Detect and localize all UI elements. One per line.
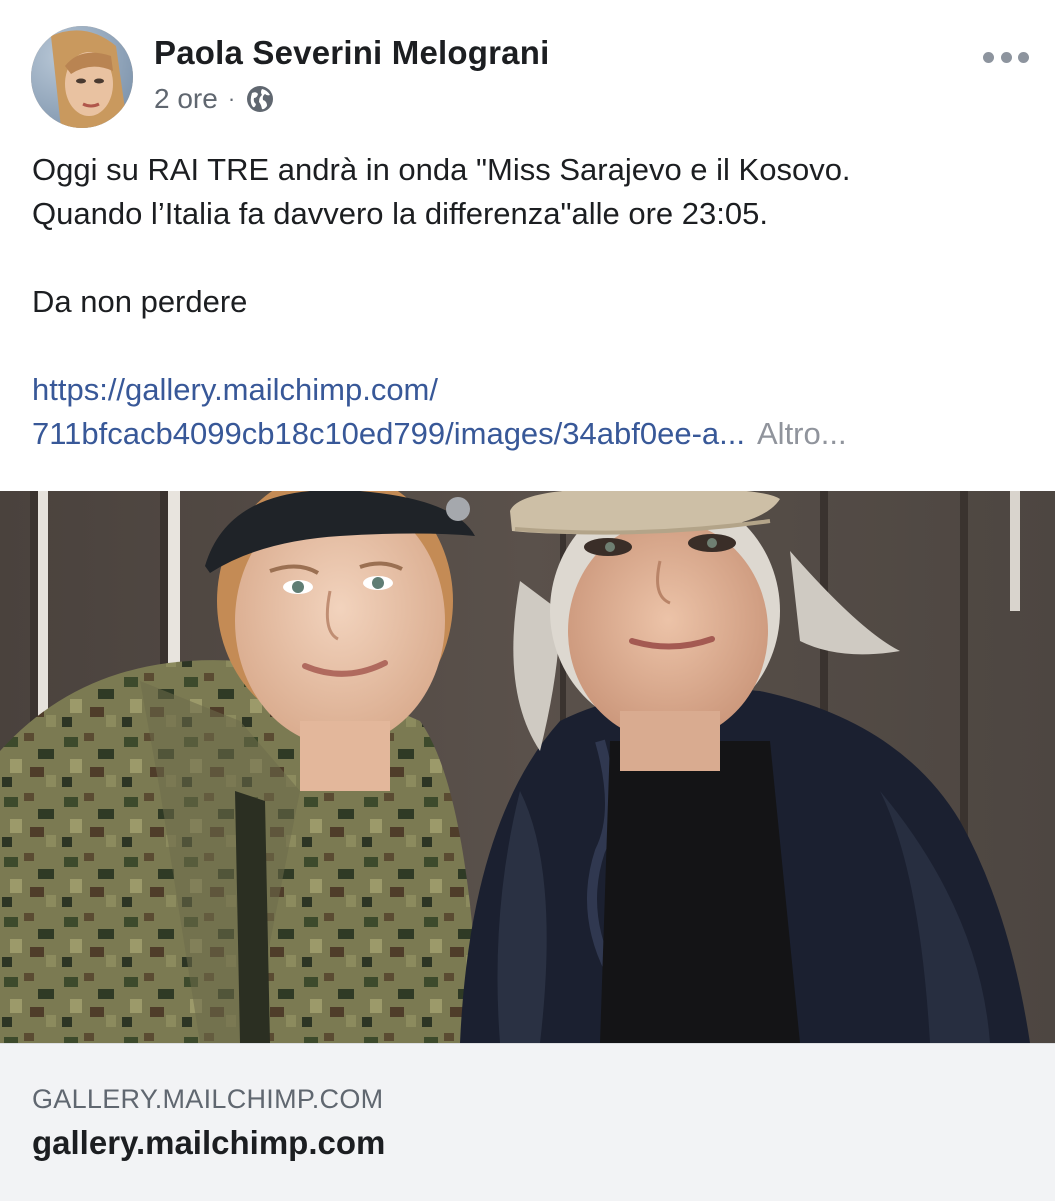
meta-separator: · <box>227 86 236 111</box>
link-preview[interactable]: GALLERY.MAILCHIMP.COM gallery.mailchimp.… <box>0 1043 1055 1201</box>
more-dot <box>983 51 994 63</box>
post-photo[interactable] <box>0 491 1055 1043</box>
post-link[interactable]: https://gallery.mailchimp.com/ <box>32 372 438 407</box>
facebook-post: Paola Severini Melograni 2 ore · Oggi su… <box>0 0 1055 1201</box>
post-text-line: Da non perdere <box>32 284 248 319</box>
more-dot <box>1000 51 1012 63</box>
post-link-continued[interactable]: 711bfcacb4099cb18c10ed799/images/34abf0e… <box>32 416 745 451</box>
avatar[interactable] <box>31 26 133 128</box>
see-more-link[interactable]: Altro... <box>757 416 847 451</box>
post-text-line: Quando l’Italia fa davvero la differenza… <box>32 196 768 231</box>
avatar-photo <box>31 26 133 128</box>
more-options-icon[interactable] <box>983 42 1029 72</box>
globe-icon <box>245 84 275 114</box>
post-text: Oggi su RAI TRE andrà in onda "Miss Sara… <box>32 148 1032 456</box>
post-time[interactable]: 2 ore <box>154 83 218 115</box>
post-header: Paola Severini Melograni 2 ore · <box>0 0 1055 140</box>
more-dot <box>1018 51 1029 63</box>
preview-domain: GALLERY.MAILCHIMP.COM <box>32 1084 384 1114</box>
post-text-line: Oggi su RAI TRE andrà in onda "Miss Sara… <box>32 152 851 187</box>
preview-title: gallery.mailchimp.com <box>32 1124 386 1161</box>
photo-illustration <box>0 491 1055 1043</box>
post-meta: 2 ore · <box>154 82 275 116</box>
author-name[interactable]: Paola Severini Melograni <box>154 34 549 72</box>
